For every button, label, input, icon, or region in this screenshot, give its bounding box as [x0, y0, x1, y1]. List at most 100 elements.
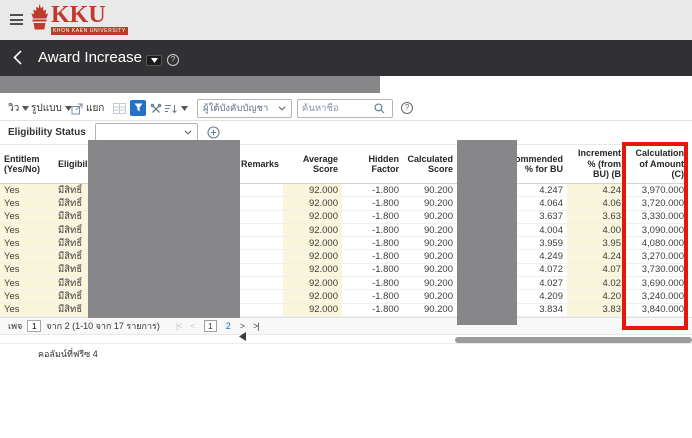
export-icon — [71, 103, 83, 115]
col-eligibility[interactable]: Eligibility — [54, 145, 92, 183]
page-1-current[interactable]: 1 — [204, 320, 217, 332]
caret-down-icon — [181, 106, 188, 111]
collapse-left-arrow[interactable] — [239, 332, 246, 341]
red-annotation-rectangle — [622, 142, 688, 330]
cell-average-score: 92.000 — [283, 304, 342, 316]
add-filter-button[interactable] — [207, 126, 220, 139]
back-chevron-icon — [13, 50, 22, 65]
toolbar-help-button[interactable]: ? — [401, 102, 413, 114]
cell-entitlement: Yes — [0, 264, 54, 276]
cell-increment-pct: 4.02 — [567, 277, 625, 289]
col-entitlement[interactable]: Entitlem (Yes/No) — [0, 145, 54, 183]
cell-average-score: 92.000 — [283, 290, 342, 302]
cell-calculated-score: 90.200 — [403, 290, 457, 302]
cell-eligibility: มีสิทธิ์ — [54, 237, 92, 249]
back-button[interactable] — [13, 50, 22, 70]
kku-pagoda-icon — [30, 4, 49, 34]
cell-eligibility: มีสิทธิ์ — [54, 264, 92, 276]
table-grid-icon — [113, 103, 126, 114]
chevron-down-icon — [278, 106, 286, 111]
pagination-bar: เพจ จาก 2 (1-10 จาก 17 รายการ) |< < 1 2 … — [0, 317, 692, 335]
cell-hidden-factor: -1.800 — [342, 211, 403, 223]
eligibility-status-label: Eligibility Status — [8, 127, 86, 138]
eligibility-status-dropdown[interactable] — [95, 123, 198, 141]
view-menu[interactable]: วิว — [8, 100, 29, 117]
export-button[interactable]: แยก — [71, 100, 104, 117]
settings-tools-button[interactable] — [150, 100, 162, 117]
assignee-filter-dropdown[interactable]: ผู้ใต้บังคับบัญชา — [197, 99, 292, 118]
caret-down-icon — [151, 58, 158, 63]
cell-eligibility: มีสิทธิ์ — [54, 211, 92, 223]
page-number-input[interactable] — [27, 320, 41, 332]
page-label: เพจ — [8, 319, 22, 333]
cell-increment-pct: 4.20 — [567, 290, 625, 302]
cell-eligibility: มีสิทธิ์ — [54, 290, 92, 302]
search-box — [297, 99, 393, 118]
award-increase-screen: KKU KHON KAEN UNIVERSITY Award Increase … — [0, 0, 692, 438]
col-average-score[interactable]: Average Score — [283, 145, 342, 183]
cell-entitlement: Yes — [0, 290, 54, 302]
prev-page-button[interactable]: < — [190, 321, 194, 331]
filter-button-active[interactable] — [130, 99, 146, 116]
cell-hidden-factor: -1.800 — [342, 304, 403, 316]
cell-entitlement: Yes — [0, 304, 54, 316]
cell-entitlement: Yes — [0, 197, 54, 209]
sort-menu[interactable] — [164, 100, 188, 117]
cell-average-score: 92.000 — [283, 277, 342, 289]
cell-entitlement: Yes — [0, 184, 54, 196]
cell-increment-pct: 3.83 — [567, 304, 625, 316]
redacted-band — [0, 76, 380, 93]
cell-entitlement: Yes — [0, 211, 54, 223]
cell-entitlement: Yes — [0, 277, 54, 289]
format-menu[interactable]: รูปแบบ — [31, 100, 72, 117]
cell-average-score: 92.000 — [283, 250, 342, 262]
cell-increment-pct: 4.07 — [567, 264, 625, 276]
cell-calculated-score: 90.200 — [403, 184, 457, 196]
cell-increment-pct: 4.24 — [567, 250, 625, 262]
cell-entitlement: Yes — [0, 224, 54, 236]
cell-hidden-factor: -1.800 — [342, 277, 403, 289]
plus-circle-icon — [207, 126, 220, 139]
cell-calculated-score: 90.200 — [403, 304, 457, 316]
cell-calculated-score: 90.200 — [403, 237, 457, 249]
last-page-button[interactable]: >| — [253, 321, 259, 331]
title-bar: Award Increase ? — [0, 40, 692, 76]
cell-entitlement: Yes — [0, 237, 54, 249]
view-switch-button[interactable] — [146, 55, 162, 66]
col-calculated-score[interactable]: Calculated Score — [403, 145, 457, 183]
assignee-filter-value: ผู้ใต้บังคับบัญชา — [203, 101, 268, 116]
hamburger-menu-icon[interactable] — [10, 14, 23, 25]
top-bar: KKU KHON KAEN UNIVERSITY — [0, 0, 692, 40]
frozen-columns-note: คอลัมน์ที่ฟรีซ 4 — [38, 347, 98, 361]
search-icon[interactable] — [374, 103, 385, 114]
cell-calculated-score: 90.200 — [403, 264, 457, 276]
title-help-button[interactable]: ? — [167, 54, 179, 66]
col-hidden-factor[interactable]: Hidden Factor — [342, 145, 403, 183]
cell-increment-pct: 4.00 — [567, 224, 625, 236]
chevron-down-icon — [184, 130, 192, 135]
toolbar: วิว รูปแบบ แยก — [0, 96, 692, 121]
col-increment-pct[interactable]: Increment % (from BU) (B — [567, 145, 625, 183]
horizontal-scrollbar[interactable] — [455, 337, 692, 343]
filter-funnel-icon — [134, 103, 143, 112]
cell-calculated-score: 90.200 — [403, 197, 457, 209]
first-page-button[interactable]: |< — [176, 321, 182, 331]
grid-view-button[interactable] — [113, 100, 126, 117]
search-input[interactable] — [298, 103, 374, 114]
logo-text: KKU — [51, 4, 128, 26]
cell-hidden-factor: -1.800 — [342, 250, 403, 262]
cell-entitlement: Yes — [0, 250, 54, 262]
cell-eligibility: มีสิทธิ์ — [54, 224, 92, 236]
cell-average-score: 92.000 — [283, 197, 342, 209]
cell-average-score: 92.000 — [283, 224, 342, 236]
page-2-link[interactable]: 2 — [226, 321, 231, 331]
caret-down-icon — [22, 106, 29, 111]
content-divider — [0, 343, 692, 344]
triangle-left-icon — [239, 332, 246, 341]
cell-eligibility: มีสิทธิ์ — [54, 197, 92, 209]
cell-eligibility: มีสิทธิ์ — [54, 184, 92, 196]
cell-calculated-score: 90.200 — [403, 277, 457, 289]
next-page-button[interactable]: > — [240, 321, 244, 331]
cell-hidden-factor: -1.800 — [342, 197, 403, 209]
cell-eligibility: มีสิทธิ์ — [54, 277, 92, 289]
